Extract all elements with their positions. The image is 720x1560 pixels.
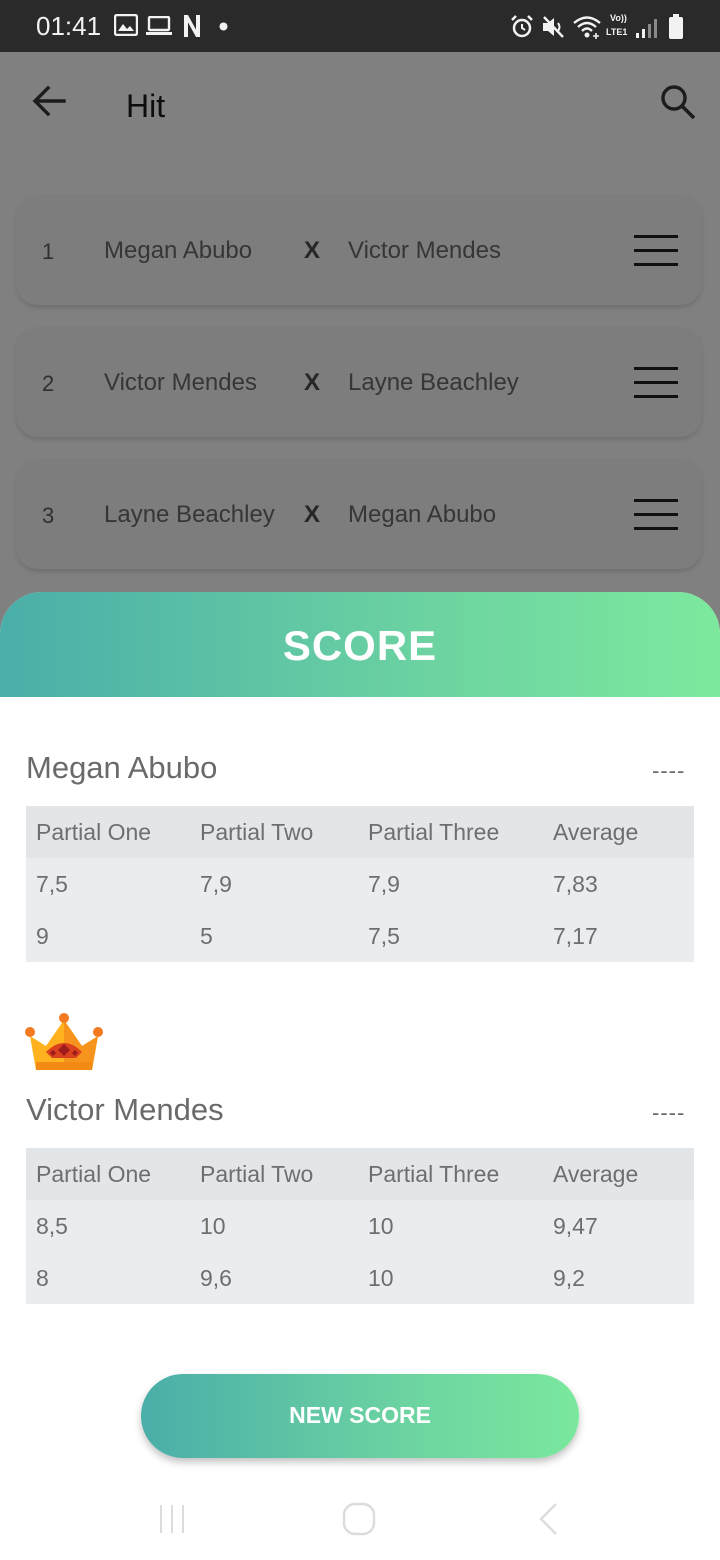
volte-label: Vo)) <box>610 13 627 23</box>
table-cell: 8,5 <box>36 1213 68 1239</box>
column-header: Average <box>553 819 639 845</box>
match-player-two: Layne Beachley <box>348 369 519 396</box>
score-sheet-header: SCORE <box>0 592 720 697</box>
battery-icon <box>669 14 683 39</box>
table-cell: 5 <box>200 923 213 949</box>
back-nav-icon[interactable] <box>536 1502 560 1536</box>
match-player-one: Megan Abubo <box>104 237 253 264</box>
score-table: Partial One Partial Two Partial Three Av… <box>26 806 694 962</box>
table-cell: 8 <box>36 1265 49 1291</box>
score-sheet-title: SCORE <box>282 622 438 669</box>
netflix-icon <box>184 15 200 37</box>
match-card[interactable]: 3 Layne Beachley X Megan Abubo <box>16 459 702 569</box>
table-row: 8 9,6 10 9,2 <box>26 1252 694 1304</box>
table-row: 9 5 7,5 7,17 <box>26 910 694 962</box>
recent-apps-icon[interactable] <box>158 1504 188 1534</box>
column-header: Partial Two <box>200 819 314 845</box>
player-total: ---- <box>652 1100 686 1125</box>
match-player-two: Victor Mendes <box>348 237 501 264</box>
versus-label: X <box>304 501 321 528</box>
table-cell: 7,9 <box>368 871 400 897</box>
match-player-one: Victor Mendes <box>104 369 257 396</box>
table-header-row: Partial One Partial Two Partial Three Av… <box>26 1148 694 1200</box>
gallery-icon <box>114 14 138 36</box>
alarm-icon <box>511 15 533 38</box>
column-header: Partial Three <box>368 819 500 845</box>
table-cell: 7,5 <box>36 871 68 897</box>
app-toolbar <box>0 52 720 162</box>
column-header: Partial Three <box>368 1161 500 1187</box>
table-cell: 10 <box>200 1213 226 1239</box>
column-header: Partial One <box>36 819 152 845</box>
new-score-button-label: NEW SCORE <box>289 1402 431 1428</box>
home-icon[interactable] <box>342 1502 376 1536</box>
arrow-back-icon[interactable] <box>28 80 70 122</box>
dot-icon <box>219 22 228 31</box>
crown-icon <box>25 1013 103 1070</box>
table-cell: 7,9 <box>200 871 232 897</box>
menu-icon[interactable] <box>634 499 678 533</box>
score-table: Partial One Partial Two Partial Three Av… <box>26 1148 694 1304</box>
new-score-button[interactable]: NEW SCORE <box>141 1374 579 1458</box>
versus-label: X <box>304 237 321 264</box>
table-cell: 9,2 <box>553 1265 585 1291</box>
status-time: 01:41 <box>36 11 102 41</box>
column-header: Partial One <box>36 1161 152 1187</box>
table-cell: 7,5 <box>368 923 400 949</box>
signal-icon <box>636 19 657 38</box>
table-cell: 10 <box>368 1213 394 1239</box>
player-name: Megan Abubo <box>26 750 218 785</box>
table-cell: 7,83 <box>553 871 598 897</box>
match-player-two: Megan Abubo <box>348 501 497 528</box>
column-header: Partial Two <box>200 1161 314 1187</box>
versus-label: X <box>304 369 321 396</box>
mute-icon <box>543 16 564 38</box>
lte-label: LTE1 <box>606 27 628 37</box>
status-bar: 01:41 Vo)) LTE1 <box>0 0 720 52</box>
column-header: Average <box>553 1161 639 1187</box>
table-cell: 9,6 <box>200 1265 232 1291</box>
match-card[interactable]: 1 Megan Abubo X Victor Mendes <box>16 195 702 305</box>
player-name: Victor Mendes <box>26 1092 224 1127</box>
wifi-icon <box>573 16 601 39</box>
table-header-row: Partial One Partial Two Partial Three Av… <box>26 806 694 858</box>
score-bottom-sheet: SCORE Megan Abubo ---- Partial One Parti… <box>0 592 720 1560</box>
match-player-one: Layne Beachley <box>104 501 275 528</box>
player-total: ---- <box>652 758 686 783</box>
laptop-icon <box>146 16 172 35</box>
menu-icon[interactable] <box>634 367 678 401</box>
menu-icon[interactable] <box>634 235 678 269</box>
table-row: 8,5 10 10 9,47 <box>26 1200 694 1252</box>
match-card[interactable]: 2 Victor Mendes X Layne Beachley <box>16 327 702 437</box>
table-row: 7,5 7,9 7,9 7,83 <box>26 858 694 910</box>
match-number: 3 <box>42 503 55 528</box>
table-cell: 9 <box>36 923 49 949</box>
table-cell: 9,47 <box>553 1213 598 1239</box>
page-title: Hit <box>126 88 166 124</box>
table-cell: 10 <box>368 1265 394 1291</box>
match-number: 1 <box>42 239 55 264</box>
table-cell: 7,17 <box>553 923 598 949</box>
search-icon[interactable] <box>658 82 698 122</box>
match-number: 2 <box>42 371 55 396</box>
